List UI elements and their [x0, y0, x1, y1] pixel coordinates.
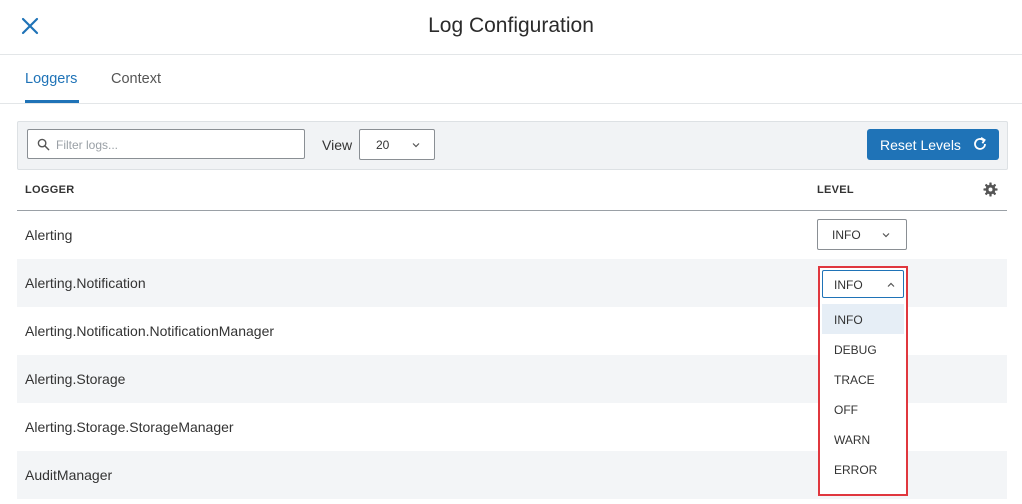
level-option-debug[interactable]: DEBUG	[822, 334, 904, 364]
refresh-icon	[974, 137, 986, 150]
search-icon	[37, 138, 50, 151]
column-header-logger: LOGGER	[25, 184, 75, 196]
option-label: DEBUG	[834, 343, 877, 357]
level-option-error[interactable]: ERROR	[822, 454, 904, 484]
logger-name: Alerting.Storage.StorageManager	[25, 419, 234, 435]
tab-bar: Loggers Context	[0, 55, 1022, 104]
level-option-trace[interactable]: TRACE	[822, 364, 904, 394]
search-input[interactable]	[54, 133, 298, 157]
table-row: Alerting INFO	[17, 211, 1007, 259]
tab-context[interactable]: Context	[111, 71, 161, 87]
level-option-warn[interactable]: WARN	[822, 424, 904, 454]
logger-name: Alerting.Notification.NotificationManage…	[25, 323, 275, 339]
header-bar: Log Configuration	[0, 0, 1022, 55]
search-box[interactable]	[27, 129, 305, 159]
option-label: INFO	[834, 313, 863, 327]
option-label: OFF	[834, 403, 858, 417]
level-options-list: INFO DEBUG TRACE OFF WARN ERROR	[822, 304, 904, 484]
level-value: INFO	[832, 228, 861, 242]
view-label: View	[322, 137, 353, 153]
logger-name: Alerting.Notification	[25, 275, 146, 291]
reset-levels-button[interactable]: Reset Levels	[867, 129, 999, 160]
logger-name: AuditManager	[25, 467, 113, 483]
level-value: INFO	[834, 278, 863, 292]
page-size-value: 20	[376, 138, 390, 152]
page-size-select[interactable]: 20	[359, 129, 435, 160]
level-select[interactable]: INFO	[817, 219, 907, 250]
chevron-up-icon	[887, 282, 895, 287]
gear-icon[interactable]	[983, 182, 998, 197]
active-tab-indicator	[25, 100, 79, 103]
logger-name: Alerting.Storage	[25, 371, 126, 387]
tab-loggers[interactable]: Loggers	[25, 71, 77, 87]
column-header-level: LEVEL	[817, 184, 854, 196]
page-title: Log Configuration	[428, 14, 594, 37]
logger-name: Alerting	[25, 227, 73, 243]
toolbar: View 20 Reset Levels	[17, 121, 1008, 170]
option-label: TRACE	[834, 373, 875, 387]
chevron-down-icon	[882, 233, 890, 238]
reset-levels-label: Reset Levels	[880, 137, 961, 153]
level-select-open[interactable]: INFO	[822, 270, 904, 298]
level-dropdown-highlight: INFO INFO DEBUG TRACE OFF WARN ERROR	[818, 266, 908, 496]
level-option-off[interactable]: OFF	[822, 394, 904, 424]
level-option-info[interactable]: INFO	[822, 304, 904, 334]
chevron-down-icon	[412, 143, 420, 148]
option-label: WARN	[834, 433, 871, 447]
option-label: ERROR	[834, 463, 878, 477]
